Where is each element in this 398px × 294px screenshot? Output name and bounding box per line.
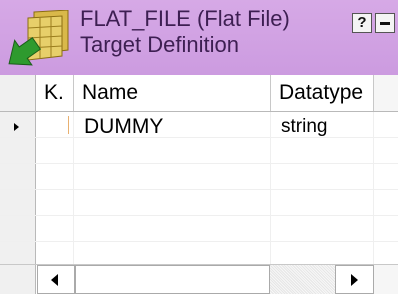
row-filler bbox=[374, 190, 398, 215]
name-cell[interactable] bbox=[74, 216, 271, 241]
key-cell-marker bbox=[68, 116, 69, 134]
scrollbar-thumb[interactable] bbox=[75, 265, 270, 294]
grid-header: K. Name Datatype bbox=[0, 75, 398, 112]
window-title-line2: Target Definition bbox=[80, 32, 239, 57]
row-selector[interactable] bbox=[0, 190, 36, 215]
name-cell[interactable] bbox=[74, 242, 271, 264]
row-filler bbox=[374, 112, 398, 137]
ports-grid[interactable]: K. Name Datatype DUMMY string bbox=[0, 75, 398, 294]
key-cell[interactable] bbox=[36, 164, 74, 189]
row-selector[interactable] bbox=[0, 112, 36, 137]
row-filler bbox=[374, 138, 398, 163]
table-row[interactable] bbox=[0, 242, 398, 265]
row-filler bbox=[374, 216, 398, 241]
column-header-filler bbox=[374, 75, 398, 111]
row-filler bbox=[374, 164, 398, 189]
datatype-cell[interactable] bbox=[271, 242, 374, 264]
key-cell[interactable] bbox=[36, 112, 74, 137]
scrollbar-left-filler bbox=[0, 265, 36, 294]
table-row[interactable] bbox=[0, 190, 398, 216]
arrow-left-icon[interactable] bbox=[37, 265, 75, 294]
column-header-datatype[interactable]: Datatype bbox=[271, 75, 374, 111]
current-row-icon bbox=[14, 123, 19, 131]
scrollbar-corner bbox=[374, 265, 398, 294]
help-button[interactable]: ? bbox=[352, 13, 372, 33]
row-filler bbox=[374, 242, 398, 264]
datatype-cell[interactable] bbox=[271, 216, 374, 241]
scrollbar-track[interactable] bbox=[270, 265, 335, 294]
table-row[interactable] bbox=[0, 164, 398, 190]
row-selector[interactable] bbox=[0, 242, 36, 264]
datatype-cell[interactable]: string bbox=[271, 112, 374, 137]
table-row[interactable] bbox=[0, 216, 398, 242]
table-row[interactable]: DUMMY string bbox=[0, 112, 398, 138]
target-definition-window: FLAT_FILE (Flat File) Target Definition … bbox=[0, 0, 398, 294]
column-header-key[interactable]: K. bbox=[36, 75, 74, 111]
key-cell[interactable] bbox=[36, 190, 74, 215]
name-cell[interactable] bbox=[74, 164, 271, 189]
minimize-button[interactable] bbox=[375, 13, 395, 33]
name-cell[interactable]: DUMMY bbox=[74, 112, 271, 137]
name-cell[interactable] bbox=[74, 138, 271, 163]
datatype-cell[interactable] bbox=[271, 164, 374, 189]
datatype-cell[interactable] bbox=[271, 190, 374, 215]
key-cell[interactable] bbox=[36, 138, 74, 163]
column-header-name[interactable]: Name bbox=[74, 75, 271, 111]
horizontal-scrollbar[interactable] bbox=[0, 264, 398, 294]
window-title-line1: FLAT_FILE (Flat File) bbox=[80, 6, 290, 31]
arrow-right-icon[interactable] bbox=[335, 265, 374, 294]
row-selector[interactable] bbox=[0, 216, 36, 241]
row-selector[interactable] bbox=[0, 164, 36, 189]
window-title: FLAT_FILE (Flat File) Target Definition bbox=[80, 6, 290, 58]
row-selector[interactable] bbox=[0, 138, 36, 163]
key-cell[interactable] bbox=[36, 216, 74, 241]
row-selector-header[interactable] bbox=[0, 75, 36, 111]
key-cell[interactable] bbox=[36, 242, 74, 264]
datatype-cell[interactable] bbox=[271, 138, 374, 163]
name-cell[interactable] bbox=[74, 190, 271, 215]
table-row[interactable] bbox=[0, 138, 398, 164]
title-bar[interactable]: FLAT_FILE (Flat File) Target Definition … bbox=[0, 0, 398, 75]
flat-file-target-icon bbox=[8, 10, 69, 66]
